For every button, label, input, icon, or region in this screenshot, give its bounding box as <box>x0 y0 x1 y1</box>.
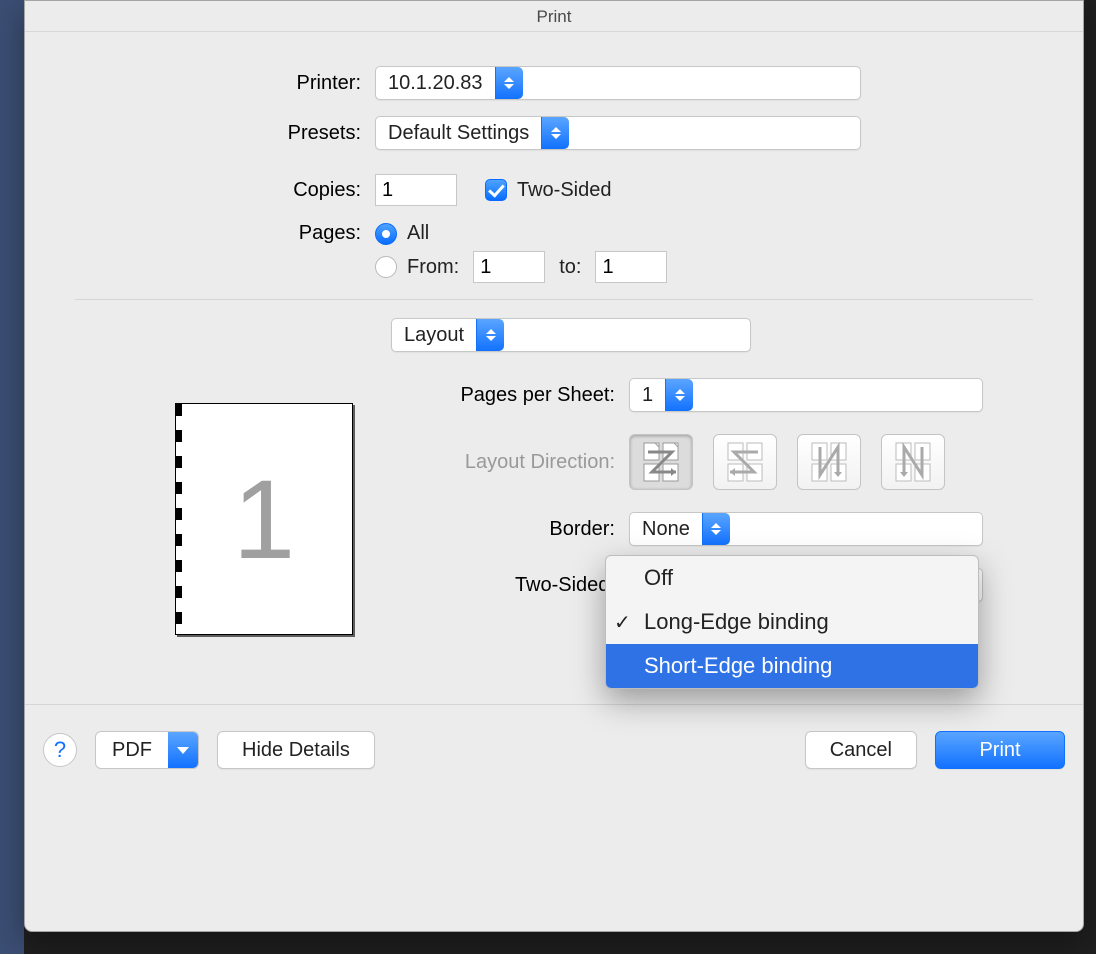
section-value: Layout <box>392 324 476 347</box>
direction-s-icon <box>727 442 763 482</box>
printer-value: 10.1.20.83 <box>376 72 495 95</box>
copies-input[interactable] <box>375 174 457 206</box>
layout-direction-4[interactable] <box>881 434 945 490</box>
border-popup[interactable]: None <box>629 512 983 546</box>
printer-label: Printer: <box>75 72 375 95</box>
separator <box>75 299 1033 300</box>
menu-item-long-edge[interactable]: ✓ Long-Edge binding <box>606 600 978 644</box>
checkmark-icon: ✓ <box>614 610 631 635</box>
border-value: None <box>630 518 702 541</box>
presets-label: Presets: <box>75 122 375 145</box>
two-sided-checkbox-label: Two-Sided <box>517 179 612 202</box>
pages-to-input[interactable] <box>595 251 667 283</box>
stepper-icon <box>702 513 730 545</box>
cancel-button[interactable]: Cancel <box>805 731 917 769</box>
direction-z-icon <box>643 442 679 482</box>
two-sided-checkbox[interactable] <box>485 179 507 201</box>
pages-from-input[interactable] <box>473 251 545 283</box>
menu-item-short-edge[interactable]: Short-Edge binding <box>606 644 978 688</box>
preview-page-number: 1 <box>176 404 352 634</box>
printer-popup[interactable]: 10.1.20.83 <box>375 66 861 100</box>
dialog-title: Print <box>25 1 1083 32</box>
pdf-menu-button[interactable]: PDF <box>95 731 199 769</box>
presets-value: Default Settings <box>376 122 541 145</box>
copies-label: Copies: <box>75 179 375 202</box>
pages-to-label: to: <box>559 256 581 279</box>
section-popup[interactable]: Layout <box>391 318 751 352</box>
menu-item-off[interactable]: Off <box>606 556 978 600</box>
stepper-icon <box>665 379 693 411</box>
pps-value: 1 <box>630 384 665 407</box>
layout-direction-1[interactable] <box>629 434 693 490</box>
layout-direction-2[interactable] <box>713 434 777 490</box>
print-dialog: Print Printer: 10.1.20.83 Presets: Defau… <box>24 0 1084 932</box>
stepper-icon <box>541 117 569 149</box>
pages-from-label: From: <box>407 256 459 279</box>
stepper-icon <box>495 67 523 99</box>
presets-popup[interactable]: Default Settings <box>375 116 861 150</box>
layout-direction-3[interactable] <box>797 434 861 490</box>
pages-all-label: All <box>407 222 429 245</box>
help-button[interactable]: ? <box>43 733 77 767</box>
pages-all-radio[interactable] <box>375 223 397 245</box>
pdf-label: PDF <box>96 732 168 768</box>
pages-label: Pages: <box>75 222 375 245</box>
pages-range-radio[interactable] <box>375 256 397 278</box>
chevron-down-icon <box>168 732 198 768</box>
two-sided-open-menu: Off ✓ Long-Edge binding Short-Edge bindi… <box>605 555 979 689</box>
pps-popup[interactable]: 1 <box>629 378 983 412</box>
direction-n2-icon <box>895 442 931 482</box>
print-button[interactable]: Print <box>935 731 1065 769</box>
stepper-icon <box>476 319 504 351</box>
hide-details-button[interactable]: Hide Details <box>217 731 375 769</box>
direction-n-icon <box>811 442 847 482</box>
page-preview: 1 <box>175 403 353 635</box>
